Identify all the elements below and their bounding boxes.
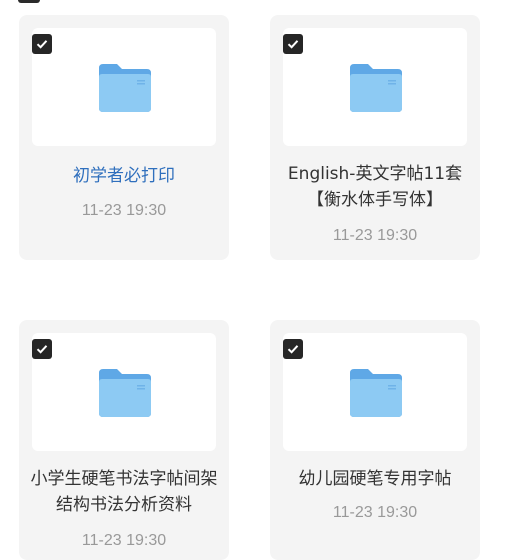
file-card-4[interactable]: 幼儿园硬笔专用字帖 11-23 19:30 [270,320,480,560]
file-name[interactable]: 幼儿园硬笔专用字帖 [278,466,472,492]
file-name[interactable]: English-英文字帖11套【衡水体手写体】 [278,161,472,213]
file-date: 11-23 19:30 [332,504,418,521]
select-checkbox[interactable] [32,339,52,359]
checkmark-icon [287,40,299,49]
file-name[interactable]: 小学生硬笔书法字帖间架结构书法分析资料 [27,466,221,518]
checkmark-icon [36,40,48,49]
file-card-1[interactable]: 初学者必打印 11-23 19:30 [19,15,229,260]
file-thumbnail [32,333,216,451]
file-date: 11-23 19:30 [81,202,167,219]
file-thumbnail [32,28,216,146]
file-card-2[interactable]: English-英文字帖11套【衡水体手写体】 11-23 19:30 [270,15,480,260]
file-thumbnail [283,28,467,146]
folder-icon [350,369,402,417]
file-date: 11-23 19:30 [332,227,418,244]
file-thumbnail [283,333,467,451]
file-card-3[interactable]: 小学生硬笔书法字帖间架结构书法分析资料 11-23 19:30 [19,320,229,560]
checkmark-icon [287,345,299,354]
checkmark-icon [36,345,48,354]
folder-icon [99,64,151,112]
file-name[interactable]: 初学者必打印 [27,163,221,189]
select-checkbox[interactable] [283,34,303,54]
select-checkbox[interactable] [32,34,52,54]
folder-icon [350,64,402,112]
select-checkbox[interactable] [283,339,303,359]
select-all-checkbox[interactable] [18,0,40,3]
folder-icon [99,369,151,417]
